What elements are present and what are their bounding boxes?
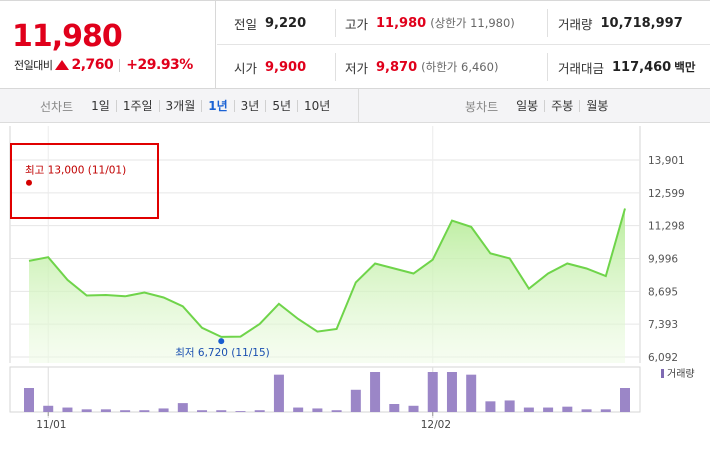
stock-summary-panel: 11,980 전일대비 2,760 +29.93% 전일 9,220 고가 11…	[0, 0, 710, 89]
volume-frame	[9, 366, 641, 413]
volume-bar	[62, 407, 73, 412]
volume-bar	[427, 372, 438, 412]
y-axis-labels: 13,901 12,599 11,298 9,996 8,695 7,393 6,092	[648, 155, 685, 364]
stat-prev-close: 전일 9,220	[234, 15, 307, 32]
volume-bar	[389, 404, 400, 412]
period-1y[interactable]: 1년	[202, 100, 235, 112]
change-amount: 2,760	[71, 57, 114, 73]
volume-bar	[158, 408, 169, 412]
volume-bar	[620, 388, 630, 412]
period-3m[interactable]: 3개월	[160, 100, 203, 112]
candle-chart-label: 봉차트	[465, 99, 499, 114]
current-price-box: 11,980 전일대비 2,760 +29.93%	[0, 1, 216, 89]
volume-bar	[370, 372, 381, 412]
stats-row-1: 전일 9,220 고가 11,980 (상한가 11,980) 거래량 10,7…	[217, 1, 710, 45]
up-arrow-icon	[55, 60, 70, 70]
volume-bar	[312, 408, 323, 412]
volume-bar	[331, 410, 342, 412]
volume-bar	[197, 410, 208, 412]
volume-bar	[120, 410, 131, 412]
high-label: 최고 13,000 (11/01)	[25, 165, 126, 177]
volume-bar	[350, 389, 361, 412]
y-tick-label: 8,695	[648, 286, 678, 298]
divider	[547, 53, 548, 81]
volume-legend: 거래량	[661, 368, 695, 380]
volume-bar	[562, 406, 573, 412]
y-tick-label: 11,298	[648, 221, 685, 233]
y-tick-label: 12,599	[648, 188, 685, 200]
price-area	[29, 208, 625, 363]
volume-bar	[100, 409, 111, 412]
volume-bar	[408, 405, 419, 412]
volume-bar	[254, 410, 265, 412]
divider	[335, 9, 336, 37]
highlight-box	[10, 143, 159, 219]
x-axis-labels: 11/01 12/02	[36, 412, 451, 431]
volume-bar	[581, 409, 592, 412]
y-tick-label: 13,901	[648, 155, 685, 167]
volume-bar	[446, 372, 457, 412]
divider	[335, 53, 336, 81]
candle-weekly[interactable]: 주봉	[545, 100, 581, 112]
volume-legend-swatch	[661, 369, 664, 378]
stat-low: 저가 9,870 (하한가 6,460)	[345, 59, 499, 76]
volume-bar	[24, 388, 34, 412]
volume-bar	[177, 403, 188, 412]
period-5y[interactable]: 5년	[266, 100, 299, 112]
volume-bar	[523, 407, 534, 412]
price-chart[interactable]: 13,901 12,599 11,298 9,996 8,695 7,393 6,092 최…	[0, 124, 710, 455]
y-tick-label: 7,393	[648, 319, 678, 331]
candle-daily[interactable]: 일봉	[510, 100, 546, 112]
stat-high: 고가 11,980 (상한가 11,980)	[345, 15, 515, 32]
stat-open: 시가 9,900	[234, 59, 307, 76]
x-tick-label: 12/02	[421, 419, 451, 431]
y-tick-label: 9,996	[648, 254, 678, 266]
volume-bars	[24, 372, 630, 412]
price-stats: 전일 9,220 고가 11,980 (상한가 11,980) 거래량 10,7…	[217, 1, 710, 89]
line-chart-periods: 선차트 1일 1주일 3개월 1년 3년 5년 10년	[40, 89, 336, 123]
y-tick-label: 6,092	[648, 352, 678, 364]
volume-bar	[139, 410, 150, 412]
low-label: 최저 6,720 (11/15)	[175, 347, 270, 359]
volume-bar	[293, 407, 304, 412]
volume-bar	[600, 409, 611, 412]
volume-bar	[485, 401, 496, 412]
divider	[119, 58, 121, 72]
volume-bar	[235, 411, 246, 412]
period-1w[interactable]: 1주일	[117, 100, 160, 112]
stat-volume: 거래량 10,718,997	[558, 15, 683, 32]
volume-bar	[543, 407, 554, 412]
volume-bar	[466, 374, 477, 412]
change-rate: +29.93%	[126, 57, 193, 73]
change-label: 전일대비	[14, 59, 53, 72]
divider	[547, 9, 548, 37]
volume-bar	[273, 374, 284, 412]
stats-row-2: 시가 9,900 저가 9,870 (하한가 6,460) 거래대금 117,4…	[217, 45, 710, 89]
volume-bar	[81, 409, 92, 412]
line-chart-label: 선차트	[40, 99, 74, 114]
change-row: 전일대비 2,760 +29.93%	[14, 57, 193, 73]
chart-toolbar: 선차트 1일 1주일 3개월 1년 3년 5년 10년 봉차트 일봉 주봉 월봉	[0, 89, 710, 123]
candle-chart-periods: 봉차트 일봉 주봉 월봉	[465, 89, 614, 123]
period-3y[interactable]: 3년	[235, 100, 267, 112]
stat-trade-value: 거래대금 117,460 백만	[558, 59, 696, 76]
high-marker	[26, 179, 32, 186]
volume-bar	[43, 405, 54, 412]
volume-bar	[216, 410, 227, 412]
divider	[358, 89, 359, 123]
candle-monthly[interactable]: 월봉	[580, 100, 614, 112]
low-marker	[218, 338, 225, 345]
x-tick-label: 11/01	[36, 419, 66, 431]
current-price: 11,980	[12, 19, 123, 54]
period-10y[interactable]: 10년	[298, 100, 336, 112]
volume-bar	[504, 400, 515, 412]
volume-legend-label: 거래량	[667, 368, 695, 380]
period-1d[interactable]: 1일	[85, 100, 117, 112]
